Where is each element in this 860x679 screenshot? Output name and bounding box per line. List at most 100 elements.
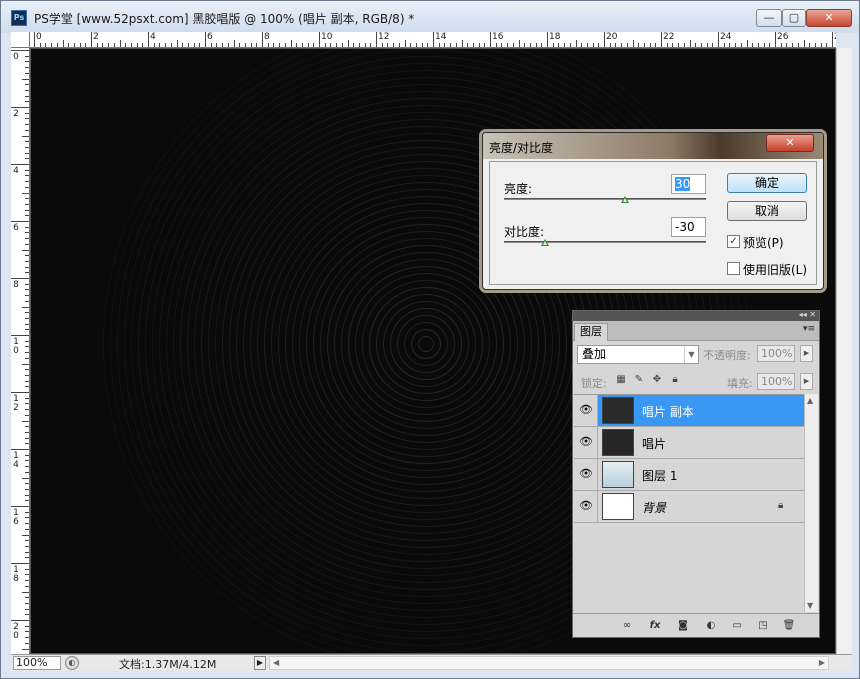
contrast-slider-thumb[interactable] <box>541 239 549 246</box>
vertical-ruler[interactable]: 0 2 4 6 8 10 12 14 16 18 20 <box>11 48 30 654</box>
ruler-tick <box>364 43 366 47</box>
visibility-cell[interactable]: 👁︎ <box>574 459 598 490</box>
eye-icon[interactable]: 👁︎ <box>578 404 594 416</box>
layers-scrollbar[interactable]: ▲ ▼ <box>804 394 818 612</box>
ruler-tick <box>22 249 29 251</box>
ruler-tick <box>735 43 737 47</box>
zoom-level-field[interactable]: 100% <box>13 656 61 670</box>
ruler-tick <box>313 43 315 47</box>
ruler-tick <box>25 112 29 114</box>
layer-row-record[interactable]: 👁︎ 唱片 <box>574 427 804 459</box>
tab-layers[interactable]: 图层 <box>574 323 608 341</box>
visibility-cell[interactable]: 👁︎ <box>574 395 598 426</box>
lock-transparent-icon[interactable]: ▦ <box>615 374 627 386</box>
ruler-tick <box>25 568 29 570</box>
minimize-button[interactable]: — <box>756 9 782 27</box>
lock-all-icon[interactable]: 🔒︎ <box>669 374 681 386</box>
adjustment-icon[interactable]: ◐ <box>703 619 719 633</box>
panel-menu-icon[interactable]: ▾≡ <box>803 324 815 334</box>
canvas-horizontal-scrollbar[interactable]: ◀ ▶ <box>269 656 829 670</box>
brightness-slider-track[interactable] <box>504 198 706 200</box>
ruler-tick <box>410 43 412 47</box>
ruler-tick <box>25 454 29 456</box>
close-window-button[interactable]: ✕ <box>806 9 852 27</box>
use-legacy-label: 使用旧版(L) <box>743 263 808 277</box>
eye-icon[interactable]: 👁︎ <box>578 500 594 512</box>
preview-checkbox[interactable]: ✓ <box>727 235 740 248</box>
ruler-tick <box>11 335 29 336</box>
eye-icon[interactable]: 👁︎ <box>578 468 594 480</box>
scroll-up-icon[interactable]: ▲ <box>807 396 813 405</box>
ruler-tick <box>25 295 29 297</box>
new-layer-icon[interactable]: ◳ <box>755 619 771 633</box>
ruler-origin[interactable] <box>11 32 30 48</box>
fx-icon[interactable]: fx <box>647 619 663 633</box>
brightness-slider-thumb[interactable] <box>621 196 629 203</box>
ruler-tick <box>25 209 29 211</box>
group-icon[interactable]: ▭ <box>729 619 745 633</box>
ruler-tick <box>79 43 81 47</box>
use-legacy-checkbox[interactable] <box>727 262 740 275</box>
ruler-label: 14 <box>435 32 447 42</box>
ruler-tick <box>25 283 29 285</box>
horizontal-ruler[interactable]: 0246810121416182022242628 <box>30 32 836 48</box>
scroll-left-icon[interactable]: ◀ <box>273 657 279 669</box>
trash-icon[interactable]: 🗑︎ <box>781 619 797 633</box>
layer-row-background[interactable]: 👁︎ 背景 🔒︎ <box>574 491 804 523</box>
dialog-title-bar[interactable]: 亮度/对比度 ✕ <box>483 133 823 159</box>
panel-header-strip[interactable]: ◂◂ ✕ <box>573 310 819 321</box>
lock-image-icon[interactable]: ✎ <box>633 374 645 386</box>
ruler-tick <box>25 266 29 268</box>
visibility-cell[interactable]: 👁︎ <box>574 427 598 458</box>
fill-field[interactable]: 100% <box>757 373 795 390</box>
status-info-icon[interactable]: ◐ <box>65 656 79 670</box>
photoshop-app-icon: Ps <box>11 10 27 26</box>
opacity-arrow-icon[interactable]: ▶ <box>800 345 813 362</box>
ruler-tick <box>25 61 29 63</box>
panel-tab-row: 图层 ▾≡ <box>573 321 819 341</box>
ruler-tick <box>25 260 29 262</box>
eye-icon[interactable]: 👁︎ <box>578 436 594 448</box>
ruler-tick <box>25 289 29 291</box>
ruler-tick <box>25 238 29 240</box>
ruler-tick <box>661 32 662 47</box>
mask-icon[interactable]: ◙ <box>675 619 691 633</box>
lock-position-icon[interactable]: ✥ <box>651 374 663 386</box>
layer-name: 图层 1 <box>642 469 678 483</box>
lock-label: 锁定: <box>581 377 607 390</box>
brightness-input[interactable]: 30 <box>671 174 706 194</box>
visibility-cell[interactable]: 👁︎ <box>574 491 598 522</box>
ruler-tick <box>205 32 206 47</box>
scroll-right-icon[interactable]: ▶ <box>819 657 825 669</box>
ruler-tick <box>25 329 29 331</box>
ruler-tick <box>547 32 548 47</box>
opacity-field[interactable]: 100% <box>757 345 795 362</box>
ruler-tick <box>25 141 29 143</box>
ruler-tick <box>199 43 201 47</box>
fill-arrow-icon[interactable]: ▶ <box>800 373 813 390</box>
status-menu-arrow[interactable]: ▶ <box>254 656 266 670</box>
ruler-tick <box>809 43 811 47</box>
ruler-tick <box>700 43 702 47</box>
ruler-tick <box>284 43 286 47</box>
layer-row-layer-1[interactable]: 👁︎ 图层 1 <box>574 459 804 491</box>
ok-button[interactable]: 确定 <box>727 173 807 193</box>
maximize-button[interactable]: ▢ <box>782 9 806 27</box>
cancel-button[interactable]: 取消 <box>727 201 807 221</box>
link-icon[interactable]: ∞ <box>619 619 635 633</box>
ruler-tick <box>22 534 29 536</box>
layer-row-record-copy[interactable]: 👁︎ 唱片 副本 <box>574 395 804 427</box>
panel-collapse-close-icons[interactable]: ◂◂ ✕ <box>799 310 816 319</box>
blend-mode-select[interactable]: 叠加 ▼ <box>577 345 699 364</box>
scroll-down-icon[interactable]: ▼ <box>807 601 813 610</box>
ruler-tick <box>541 43 543 47</box>
contrast-input[interactable]: -30 <box>671 217 706 237</box>
dialog-close-button[interactable]: ✕ <box>766 134 814 152</box>
contrast-slider-track[interactable] <box>504 241 706 243</box>
ruler-tick <box>22 648 29 650</box>
ruler-tick <box>455 43 457 47</box>
ruler-tick <box>467 43 469 47</box>
ruler-tick <box>25 409 29 411</box>
canvas-vertical-scrollbar[interactable] <box>836 48 852 654</box>
ruler-tick <box>552 43 554 47</box>
